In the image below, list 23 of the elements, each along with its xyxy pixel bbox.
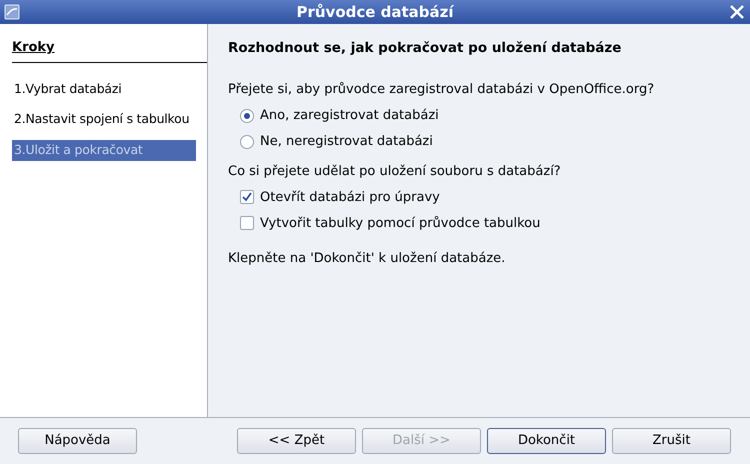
- dialog-button[interactable]: Dokončit: [487, 428, 606, 454]
- radio-button[interactable]: [240, 134, 254, 149]
- step-item[interactable]: 3.Uložit a pokračovat: [12, 140, 196, 161]
- option-label[interactable]: Otevřít databázi pro úpravy: [260, 188, 440, 207]
- step-item[interactable]: 2.Nastavit spojení s tabulkou: [12, 109, 196, 130]
- option-label[interactable]: Ne, neregistrovat databázi: [260, 132, 433, 152]
- page-heading: Rozhodnout se, jak pokračovat po uložení databáze: [228, 39, 622, 58]
- question-text: Přejete si, aby průvodce zaregistroval databázi v OpenOffice.org?: [228, 81, 656, 100]
- radio-button[interactable]: [240, 108, 254, 123]
- dialog-button[interactable]: Zrušit: [612, 428, 731, 454]
- note-text: Klepněte na 'Dokončit' k uložení databáze.: [228, 250, 506, 268]
- dialog-button[interactable]: Nápověda: [18, 428, 137, 454]
- option-label[interactable]: Vytvořit tabulky pomocí průvodce tabulkou: [260, 214, 540, 233]
- checkbox[interactable]: [240, 190, 254, 204]
- close-button[interactable]: [728, 3, 746, 21]
- checkbox[interactable]: [240, 216, 254, 230]
- step-item[interactable]: 1.Vybrat databázi: [12, 78, 196, 100]
- dialog-button[interactable]: << Zpět: [237, 428, 356, 454]
- question-text: Co si přejete udělat po uložení souboru s databází?: [228, 162, 562, 181]
- steps-heading: Kroky: [12, 39, 55, 57]
- window-title: Průvodce databází: [296, 3, 454, 21]
- app-icon: [4, 4, 20, 20]
- option-label[interactable]: Ano, zaregistrovat databázi: [260, 106, 439, 126]
